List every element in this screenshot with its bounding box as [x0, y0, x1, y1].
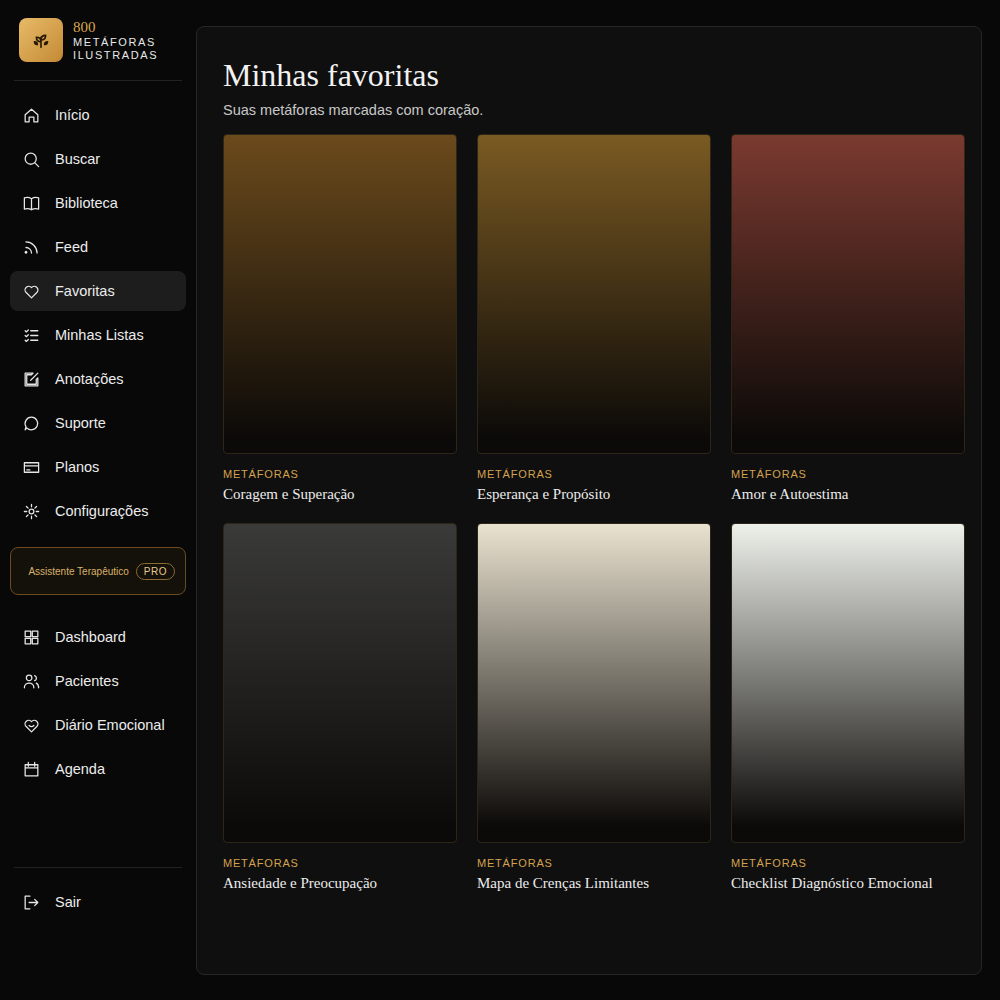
- nav-icon: [22, 628, 41, 647]
- card-category: METÁFORAS: [731, 468, 965, 480]
- sidebar-item[interactable]: Minhas Listas: [10, 315, 186, 355]
- book-cover: [477, 134, 711, 454]
- book-cover: [731, 523, 965, 843]
- card-title: Mapa de Crenças Limitantes: [477, 875, 711, 892]
- sidebar-item[interactable]: Dashboard: [10, 617, 186, 657]
- book-cover: [223, 523, 457, 843]
- logo-number: 800: [73, 19, 158, 36]
- sidebar-item[interactable]: Diário Emocional: [10, 705, 186, 745]
- book-cover: [477, 523, 711, 843]
- app: 800 METÁFORAS ILUSTRADAS Início Buscar B…: [0, 0, 1000, 1000]
- nav: Início Buscar Biblioteca Feed Favoritas …: [10, 95, 186, 531]
- card-title: Amor e Autoestima: [731, 486, 965, 503]
- sidebar-item[interactable]: Anotações: [10, 359, 186, 399]
- card-title: Coragem e Superação: [223, 486, 457, 503]
- card-title: Ansiedade e Preocupação: [223, 875, 457, 892]
- card-category: METÁFORAS: [477, 468, 711, 480]
- assistant-button[interactable]: Assistente Terapêutico PRO: [10, 547, 186, 595]
- sidebar-item[interactable]: Pacientes: [10, 661, 186, 701]
- book-card[interactable]: METÁFORAS Coragem e Superação: [223, 134, 457, 503]
- card-category: METÁFORAS: [223, 468, 457, 480]
- nav-icon: [22, 238, 41, 257]
- nav-icon: [22, 502, 41, 521]
- logo-line: METÁFORAS: [73, 36, 158, 49]
- nav-icon: [22, 106, 41, 125]
- card-title: Esperança e Propósito: [477, 486, 711, 503]
- logo-line: ILUSTRADAS: [73, 49, 158, 62]
- card-category: METÁFORAS: [477, 857, 711, 869]
- nav-icon: [22, 194, 41, 213]
- card-category: METÁFORAS: [731, 857, 965, 869]
- sidebar-item[interactable]: Agenda: [10, 749, 186, 789]
- nav-icon: [22, 760, 41, 779]
- pro-badge: PRO: [136, 563, 175, 580]
- card-title: Checklist Diagnóstico Emocional: [731, 875, 965, 892]
- logo-icon: [19, 18, 63, 62]
- nav-icon: [22, 326, 41, 345]
- book-card[interactable]: METÁFORAS Esperança e Propósito: [477, 134, 711, 503]
- page-subtitle: Suas metáforas marcadas com coração.: [223, 102, 965, 118]
- sidebar-item[interactable]: Planos: [10, 447, 186, 487]
- nav-icon: [22, 150, 41, 169]
- sidebar-item[interactable]: Suporte: [10, 403, 186, 443]
- book-card[interactable]: METÁFORAS Ansiedade e Preocupação: [223, 523, 457, 892]
- sidebar-item[interactable]: Biblioteca: [10, 183, 186, 223]
- logout-icon: [22, 893, 41, 912]
- nav-icon: [22, 282, 41, 301]
- favorites-grid: METÁFORAS Coragem e Superação METÁFORAS …: [223, 134, 965, 892]
- book-card[interactable]: METÁFORAS Checklist Diagnóstico Emociona…: [731, 523, 965, 892]
- book-card[interactable]: METÁFORAS Mapa de Crenças Limitantes: [477, 523, 711, 892]
- page-title: Minhas favoritas: [223, 57, 965, 94]
- sparkle-icon: [21, 562, 22, 580]
- sidebar: 800 METÁFORAS ILUSTRADAS Início Buscar B…: [0, 0, 196, 1000]
- book-cover: [223, 134, 457, 454]
- main-panel: Minhas favoritas Suas metáforas marcadas…: [196, 26, 982, 975]
- logo[interactable]: 800 METÁFORAS ILUSTRADAS: [10, 18, 186, 62]
- nav-icon: [22, 414, 41, 433]
- card-category: METÁFORAS: [223, 857, 457, 869]
- logout-button[interactable]: Sair: [10, 882, 186, 922]
- sidebar-item[interactable]: Buscar: [10, 139, 186, 179]
- nav-icon: [22, 370, 41, 389]
- sidebar-item[interactable]: Favoritas: [10, 271, 186, 311]
- sidebar-item[interactable]: Configurações: [10, 491, 186, 531]
- nav-icon: [22, 672, 41, 691]
- sidebar-item[interactable]: Início: [10, 95, 186, 135]
- book-cover: [731, 134, 965, 454]
- nav-icon: [22, 716, 41, 735]
- sidebar-item[interactable]: Feed: [10, 227, 186, 267]
- book-card[interactable]: METÁFORAS Amor e Autoestima: [731, 134, 965, 503]
- pro-nav: Dashboard Pacientes Diário Emocional Age…: [10, 617, 186, 789]
- nav-icon: [22, 458, 41, 477]
